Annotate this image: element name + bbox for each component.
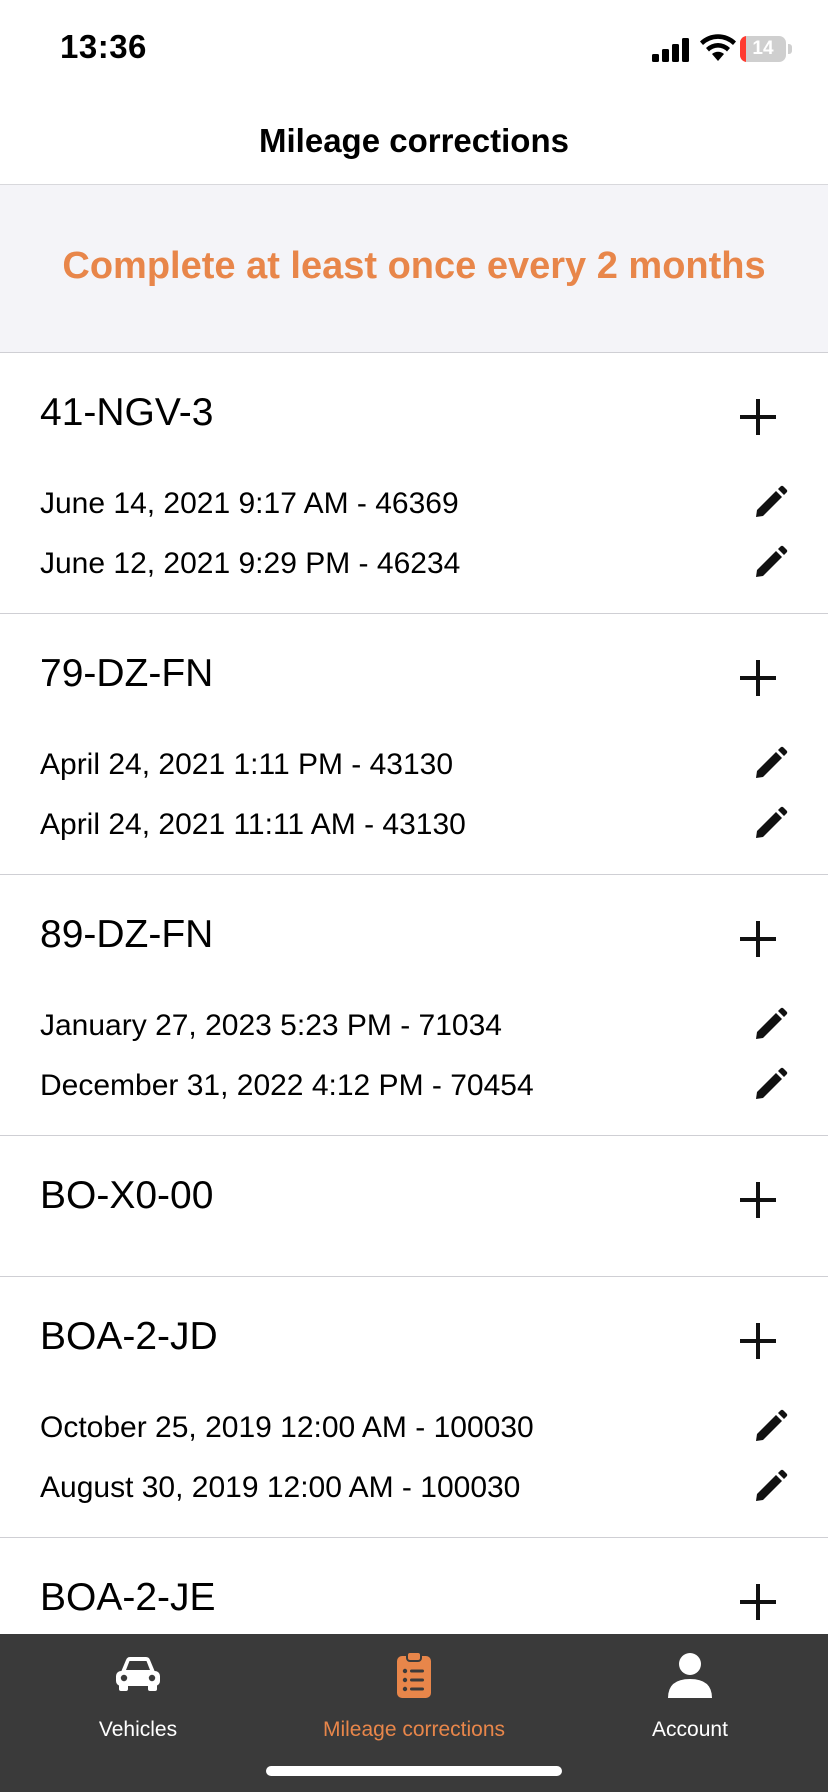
car-icon: [116, 1657, 160, 1691]
tab-label: Account: [652, 1718, 728, 1741]
vehicle-plate: BOA-2-JE: [40, 1576, 216, 1619]
vehicle-section: 41-NGV-3 June 14, 2021 9:17 AM - 46369 Jun…: [0, 353, 828, 614]
mileage-entry: October 25, 2019 12:00 AM - 100030: [40, 1407, 800, 1451]
vehicle-section: BOA-2-JD October 25, 2019 12:00 AM - 1000…: [0, 1277, 828, 1538]
vehicle-plate: BOA-2-JD: [40, 1315, 218, 1358]
mileage-entry: April 24, 2021 1:11 PM - 43130: [40, 744, 800, 788]
vehicle-list: 41-NGV-3 June 14, 2021 9:17 AM - 46369 Jun…: [0, 353, 828, 1679]
vehicle-plate: 79-DZ-FN: [40, 652, 214, 695]
mileage-entry-text: April 24, 2021 11:11 AM - 43130: [40, 808, 466, 841]
pencil-icon[interactable]: [750, 804, 790, 844]
page-title: Mileage corrections: [259, 122, 569, 159]
plus-icon[interactable]: [736, 656, 780, 700]
tab-mileage-corrections[interactable]: Mileage corrections: [276, 1634, 552, 1744]
vehicle-section: BO-X0-00: [0, 1136, 828, 1277]
status-bar: 13:36 14: [0, 0, 828, 100]
cellular-signal-icon: [652, 38, 689, 62]
vehicle-section: 89-DZ-FN January 27, 2023 5:23 PM - 71034…: [0, 875, 828, 1136]
mileage-entry: December 31, 2022 4:12 PM - 70454: [40, 1065, 800, 1109]
reminder-text: Complete at least once every 2 months: [62, 245, 766, 287]
battery-level: 14: [752, 38, 774, 59]
mileage-entry: August 30, 2019 12:00 AM - 100030: [40, 1467, 800, 1511]
vehicle-section: 79-DZ-FN April 24, 2021 1:11 PM - 43130 Ap…: [0, 614, 828, 875]
status-time: 13:36: [60, 28, 147, 65]
navigation-bar: Mileage corrections: [0, 100, 828, 185]
reminder-banner: Complete at least once every 2 months: [0, 185, 828, 353]
pencil-icon[interactable]: [750, 1005, 790, 1045]
mileage-entry-text: December 31, 2022 4:12 PM - 70454: [40, 1069, 534, 1102]
mileage-entry-text: April 24, 2021 1:11 PM - 43130: [40, 748, 454, 781]
mileage-entry-text: June 12, 2021 9:29 PM - 46234: [40, 547, 461, 580]
mileage-entry: June 14, 2021 9:17 AM - 46369: [40, 483, 800, 527]
pencil-icon[interactable]: [750, 1407, 790, 1447]
plus-icon[interactable]: [736, 1178, 780, 1222]
mileage-entry: June 12, 2021 9:29 PM - 46234: [40, 543, 800, 587]
pencil-icon[interactable]: [750, 483, 790, 523]
pencil-icon[interactable]: [750, 1467, 790, 1507]
clipboard-list-icon: [397, 1651, 431, 1698]
pencil-icon[interactable]: [750, 1065, 790, 1105]
tab-label: Mileage corrections: [322, 1718, 506, 1741]
plus-icon[interactable]: [736, 395, 780, 439]
tab-account[interactable]: Account: [552, 1634, 828, 1744]
pencil-icon[interactable]: [750, 744, 790, 784]
mileage-entry-text: August 30, 2019 12:00 AM - 100030: [40, 1471, 521, 1504]
tab-label: Vehicles: [98, 1718, 178, 1741]
vehicle-plate: BO-X0-00: [40, 1174, 214, 1217]
plus-icon[interactable]: [736, 1580, 780, 1624]
tab-vehicles[interactable]: Vehicles: [0, 1634, 276, 1744]
plus-icon[interactable]: [736, 1319, 780, 1363]
vehicle-plate: 89-DZ-FN: [40, 913, 214, 956]
mileage-entry: April 24, 2021 11:11 AM - 43130: [40, 804, 800, 848]
plus-icon[interactable]: [736, 917, 780, 961]
wifi-icon: [700, 34, 736, 61]
battery-icon: 14: [740, 36, 792, 62]
mileage-entry-text: June 14, 2021 9:17 AM - 46369: [40, 487, 459, 520]
pencil-icon[interactable]: [750, 543, 790, 583]
person-icon: [668, 1653, 712, 1698]
mileage-entry-text: October 25, 2019 12:00 AM - 100030: [40, 1411, 534, 1444]
mileage-entry-text: January 27, 2023 5:23 PM - 71034: [40, 1009, 502, 1042]
mileage-entry: January 27, 2023 5:23 PM - 71034: [40, 1005, 800, 1049]
home-indicator: [266, 1766, 562, 1776]
vehicle-plate: 41-NGV-3: [40, 391, 214, 434]
